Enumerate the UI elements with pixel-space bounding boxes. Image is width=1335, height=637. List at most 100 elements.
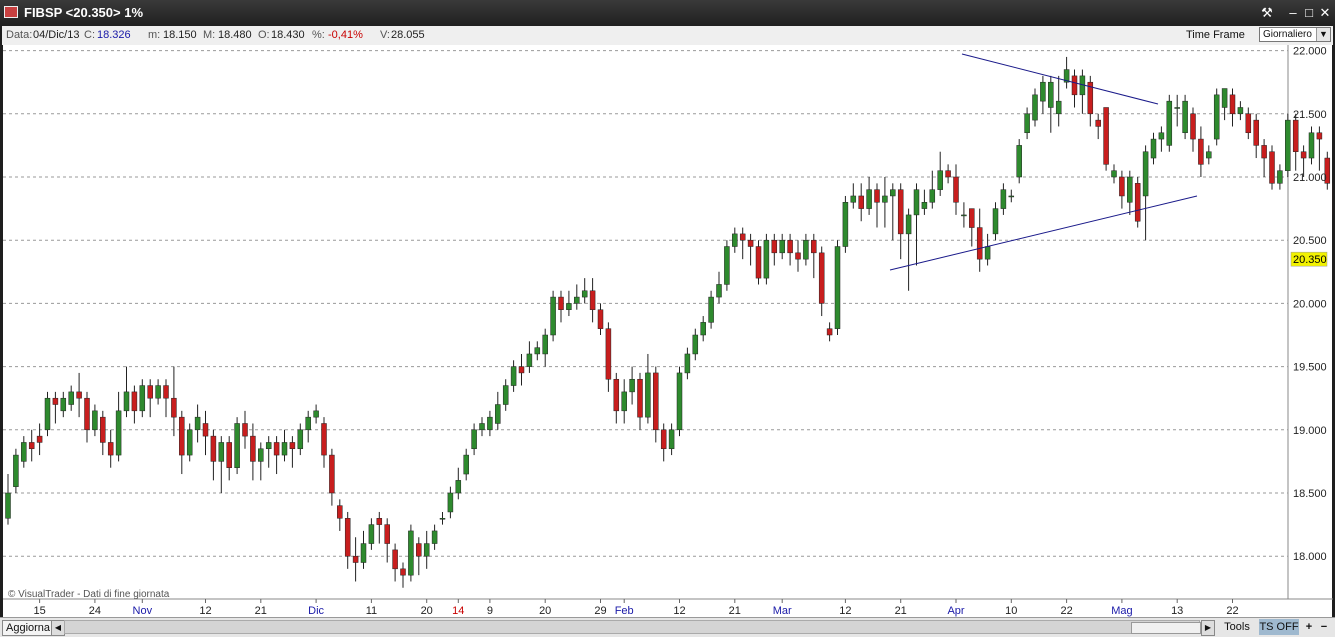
candle[interactable] <box>724 240 729 291</box>
tools-button[interactable]: Tools <box>1218 620 1256 634</box>
candle-body <box>1096 120 1101 126</box>
candle-body <box>780 240 785 253</box>
candle-body <box>203 423 208 436</box>
candle[interactable] <box>1104 107 1109 170</box>
candle-body <box>464 455 469 474</box>
zoom-in-button[interactable]: + <box>1303 620 1315 634</box>
candle-body <box>772 240 777 253</box>
y-tick-label: 20.000 <box>1293 298 1327 310</box>
scroll-right-button[interactable]: ▶ <box>1201 620 1215 636</box>
candle-body <box>187 430 192 455</box>
x-tick-label: Mar <box>773 605 792 617</box>
x-tick-label: Feb <box>615 605 634 617</box>
candle-body <box>1009 196 1014 197</box>
candle[interactable] <box>843 196 848 253</box>
x-tick-label: 15 <box>33 605 45 617</box>
y-tick-label: 19.000 <box>1293 425 1327 437</box>
candle-body <box>361 544 366 563</box>
plot-area <box>3 45 1288 599</box>
candle-body <box>227 442 232 467</box>
timeframe-select[interactable]: Giornaliero ▼ <box>1259 27 1331 42</box>
candle-body <box>590 291 595 310</box>
candle[interactable] <box>677 367 682 437</box>
candle[interactable] <box>764 234 769 285</box>
candle[interactable] <box>45 392 50 436</box>
refresh-button[interactable]: Aggiorna <box>2 620 54 636</box>
x-tick-label: 13 <box>1171 605 1183 617</box>
candle[interactable] <box>408 525 413 582</box>
candlestick-chart[interactable]: 1524Nov1221Dic11201492029Feb1221Mar1221A… <box>2 45 1333 617</box>
candle-body <box>1285 120 1290 171</box>
candle-body <box>788 240 793 253</box>
horizontal-scrollbar[interactable] <box>64 620 1200 634</box>
candle[interactable] <box>835 240 840 335</box>
zoom-out-button[interactable]: − <box>1318 620 1330 634</box>
open-value: 18.430 <box>271 29 305 41</box>
maximize-button[interactable]: □ <box>1301 5 1317 21</box>
tool-icon[interactable]: ⚒ <box>1259 5 1275 21</box>
candle-body <box>290 442 295 448</box>
candle-body <box>875 190 880 203</box>
candle-body <box>732 234 737 247</box>
candle-body <box>811 240 816 253</box>
x-tick-label: 22 <box>1226 605 1238 617</box>
candle[interactable] <box>1135 177 1140 228</box>
candle-body <box>1112 171 1117 177</box>
candle-body <box>985 247 990 260</box>
candle-body <box>946 171 951 177</box>
candle-body <box>456 480 461 493</box>
bottom-toolbar: Aggiorna ◀ ▶ Tools TS OFF + − <box>0 617 1335 637</box>
candle-body <box>645 373 650 417</box>
scrollbar-thumb[interactable] <box>1131 622 1201 634</box>
candle[interactable] <box>235 417 240 474</box>
candle[interactable] <box>1017 139 1022 183</box>
candle[interactable] <box>1285 114 1290 177</box>
y-tick-label: 20.500 <box>1293 235 1327 247</box>
data-source-watermark: © VisualTrader - Dati di fine giornata <box>8 589 170 600</box>
candle[interactable] <box>756 240 761 284</box>
candle-body <box>408 531 413 575</box>
close-button[interactable]: ✕ <box>1317 5 1333 21</box>
candle-body <box>1317 133 1322 139</box>
candle-body <box>1191 114 1196 139</box>
ts-off-button[interactable]: TS OFF <box>1259 619 1299 635</box>
scroll-left-button[interactable]: ◀ <box>51 620 65 636</box>
candle-body <box>535 348 540 354</box>
candle-body <box>53 398 58 404</box>
candle-body <box>416 544 421 557</box>
candle-body <box>867 190 872 209</box>
candle-body <box>1159 133 1164 139</box>
candle[interactable] <box>551 291 556 342</box>
candle-body <box>930 190 935 203</box>
candle-body <box>69 392 74 405</box>
candle-body <box>685 354 690 373</box>
candle-body <box>92 411 97 430</box>
candle-body <box>369 525 374 544</box>
candle-body <box>306 417 311 430</box>
candle-body <box>37 436 42 442</box>
candle-body <box>898 190 903 234</box>
candle-body <box>171 398 176 417</box>
candle-body <box>709 297 714 322</box>
chevron-down-icon[interactable]: ▼ <box>1316 28 1330 41</box>
candle-body <box>1151 139 1156 158</box>
candle[interactable] <box>1183 95 1188 139</box>
x-tick-label: 10 <box>1005 605 1017 617</box>
candle-body <box>551 297 556 335</box>
max-label: M: <box>203 29 215 41</box>
candle-body <box>614 379 619 411</box>
date-value: 04/Dic/13 <box>33 29 79 41</box>
candle-body <box>266 442 271 448</box>
candle-body <box>124 392 129 411</box>
close-label: C: <box>84 29 95 41</box>
candle-body <box>701 322 706 335</box>
candle-body <box>385 525 390 544</box>
candle-body <box>1238 107 1243 113</box>
candle-body <box>195 417 200 430</box>
candle[interactable] <box>1167 95 1172 152</box>
candle[interactable] <box>1270 145 1275 189</box>
minimize-button[interactable]: ‒ <box>1285 5 1301 21</box>
candle[interactable] <box>1214 89 1219 146</box>
candle[interactable] <box>13 449 18 493</box>
candle-body <box>116 411 121 455</box>
